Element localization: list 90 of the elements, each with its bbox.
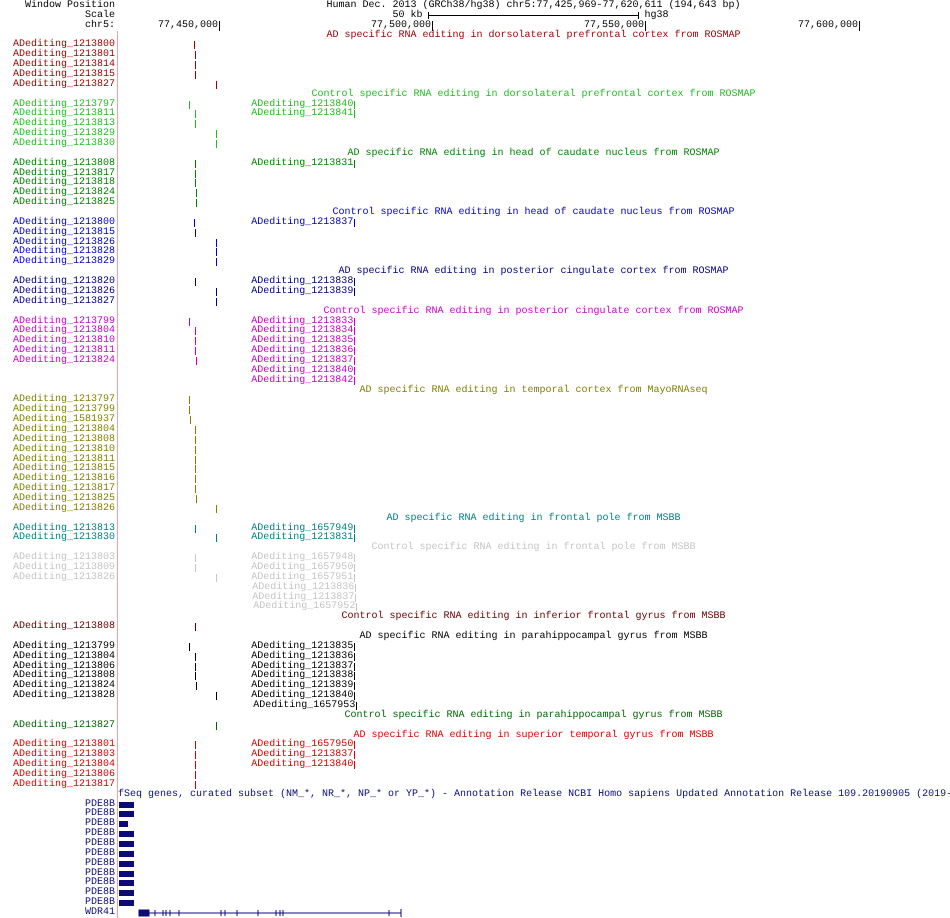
feature-label: ADediting_1213827	[12, 296, 115, 307]
feature-label: ADediting_1213840	[251, 366, 354, 376]
assembly-label: Human Dec. 2013 (GRCh38/hg38)	[326, 1, 500, 11]
feature-label: ADediting_1213837	[251, 662, 354, 672]
track-title: Control specific RNA editing in inferior frontal gyrus from MSBB	[340, 612, 727, 622]
feature-label: ADediting_1213799	[12, 316, 115, 326]
ruler-position-label: 77,550,000	[584, 20, 646, 31]
feature-label: ADediting_1213808	[12, 434, 115, 445]
feature-label: ADediting_1213806	[12, 660, 115, 672]
feature-label: ADediting_1213808	[12, 158, 115, 169]
feature-label: ADediting_1213825	[12, 492, 115, 504]
gene-label: PDE8B	[84, 897, 115, 908]
feature-label: ADediting_1213835	[251, 642, 354, 652]
feature-label: ADediting_1657948	[251, 553, 354, 563]
ruler-position-label: 77,600,000	[798, 20, 860, 31]
track-title: Control specific RNA editing in frontal pole from MSBB	[370, 543, 697, 554]
feature-label: ADediting_1213838	[251, 277, 354, 287]
feature-label: ADediting_1213804	[12, 424, 115, 435]
feature-label: ADediting_1213825	[12, 197, 115, 208]
track-title: Control specific RNA editing in head of caudate nucleus from ROSMAP	[332, 208, 736, 218]
feature-label: ADediting_1213837	[252, 592, 354, 602]
feature-label: ADediting_1213809	[12, 562, 115, 573]
feature-label: ADediting_1213840	[251, 760, 354, 770]
feature-label: ADediting_1657953	[253, 701, 356, 711]
ruler-position-label: 77,450,000	[158, 20, 220, 31]
feature-label: ADediting_1213830	[12, 138, 115, 150]
chromosome-label: chr5:	[84, 20, 115, 31]
track-title: AD specific RNA editing in parahippocampal gyrus from MSBB	[358, 632, 709, 642]
feature-label: ADediting_1213817	[12, 168, 115, 179]
feature-label: ADediting_1213836	[251, 652, 354, 662]
ruler-position-label: 77,500,000	[371, 20, 434, 31]
feature-label: ADediting_1213815	[12, 226, 115, 238]
feature-label: ADediting_1213831	[251, 158, 354, 169]
feature-label: ADediting_1213836	[252, 582, 354, 593]
gene-label: PDE8B	[84, 838, 115, 850]
feature-label: ADediting_1213797	[12, 98, 115, 110]
feature-label: ADediting_1213840	[251, 100, 354, 110]
feature-label: ADediting_1213808	[12, 621, 115, 632]
feature-label: ADediting_1213824	[12, 354, 115, 366]
track-title: AD specific RNA editing in dorsolateral prefrontal cortex from ROSMAP	[325, 30, 742, 40]
track-title: Control specific RNA editing in posterior cingulate cortex from ROSMAP	[323, 306, 745, 316]
track-title: AD specific RNA editing in posterior cingulate cortex from ROSMAP	[338, 267, 730, 278]
track-title: AD specific RNA editing in frontal pole from MSBB	[385, 514, 682, 524]
feature-label: ADediting_1213804	[12, 650, 115, 662]
feature-label: ADediting_1213826	[12, 502, 115, 514]
window-position-label: Window Position	[24, 0, 115, 11]
feature-label: ADediting_1213799	[12, 640, 115, 652]
scale-label: Scale	[84, 10, 115, 21]
assembly-short-label: hg38	[644, 10, 668, 21]
feature-label: ADediting_1213811	[12, 454, 115, 465]
feature-label: ADediting_1213828	[12, 690, 115, 702]
feature-label: ADediting_1213841	[251, 109, 354, 120]
gene-label: PDE8B	[84, 848, 115, 859]
track-title: Control specific RNA editing in dorsolateral prefrontal cortex from ROSMAP	[311, 90, 757, 100]
feature-label: ADediting_1213842	[251, 376, 354, 386]
track-title: AD specific RNA editing in temporal cortex from MayoRNAseq	[358, 386, 709, 396]
feature-label: ADediting_1213827	[12, 78, 115, 90]
gene-label: PDE8B	[84, 858, 115, 869]
feature-label: ADediting_1213826	[12, 286, 115, 297]
feature-label: ADediting_1213839	[251, 286, 354, 297]
feature-label: ADediting_1213830	[12, 532, 115, 544]
feature-label: ADediting_1213831	[251, 533, 354, 544]
feature-label: ADediting_1213800	[12, 216, 115, 228]
feature-label: ADediting_1657949	[251, 524, 354, 534]
gene-label: WDR41	[84, 907, 115, 918]
position-range: chr5:77,425,969-77,620,611 (194,643 bp)	[506, 1, 741, 11]
gene-label: PDE8B	[84, 828, 115, 840]
feature-label: ADediting_1213803	[12, 552, 115, 564]
feature-label: ADediting_1213826	[12, 572, 115, 583]
track-title: AD specific RNA editing in head of caudate nucleus from ROSMAP	[347, 148, 721, 159]
gene-label: PDE8B	[84, 818, 115, 830]
feature-label: ADediting_1213810	[12, 444, 115, 455]
gene-label: PDE8B	[84, 877, 115, 888]
feature-label: ADediting_1213817	[12, 778, 115, 790]
feature-label: ADediting_1213837	[251, 356, 354, 366]
feature-label: ADediting_1657952	[253, 602, 356, 612]
feature-label: ADediting_1213837	[251, 218, 354, 228]
feature-label: ADediting_1657950	[251, 562, 354, 573]
scale-length: 50 kb	[392, 10, 423, 21]
feature-label: ADediting_1213836	[251, 346, 354, 356]
feature-label: ADediting_1213826	[12, 236, 115, 248]
gene-label: PDE8B	[84, 887, 115, 898]
feature-label: ADediting_1213813	[12, 522, 115, 534]
feature-label: ADediting_1213833	[251, 316, 354, 326]
track-title: AD specific RNA editing in superior temporal gyrus from MSBB	[353, 730, 715, 740]
feature-label: ADediting_1657951	[251, 572, 354, 583]
track-title: Control specific RNA editing in parahippocampal gyrus from MSBB	[343, 710, 724, 721]
feature-label: ADediting_1213829	[12, 256, 115, 268]
gene-label: PDE8B	[84, 808, 115, 820]
feature-label: ADediting_1213827	[12, 720, 115, 731]
